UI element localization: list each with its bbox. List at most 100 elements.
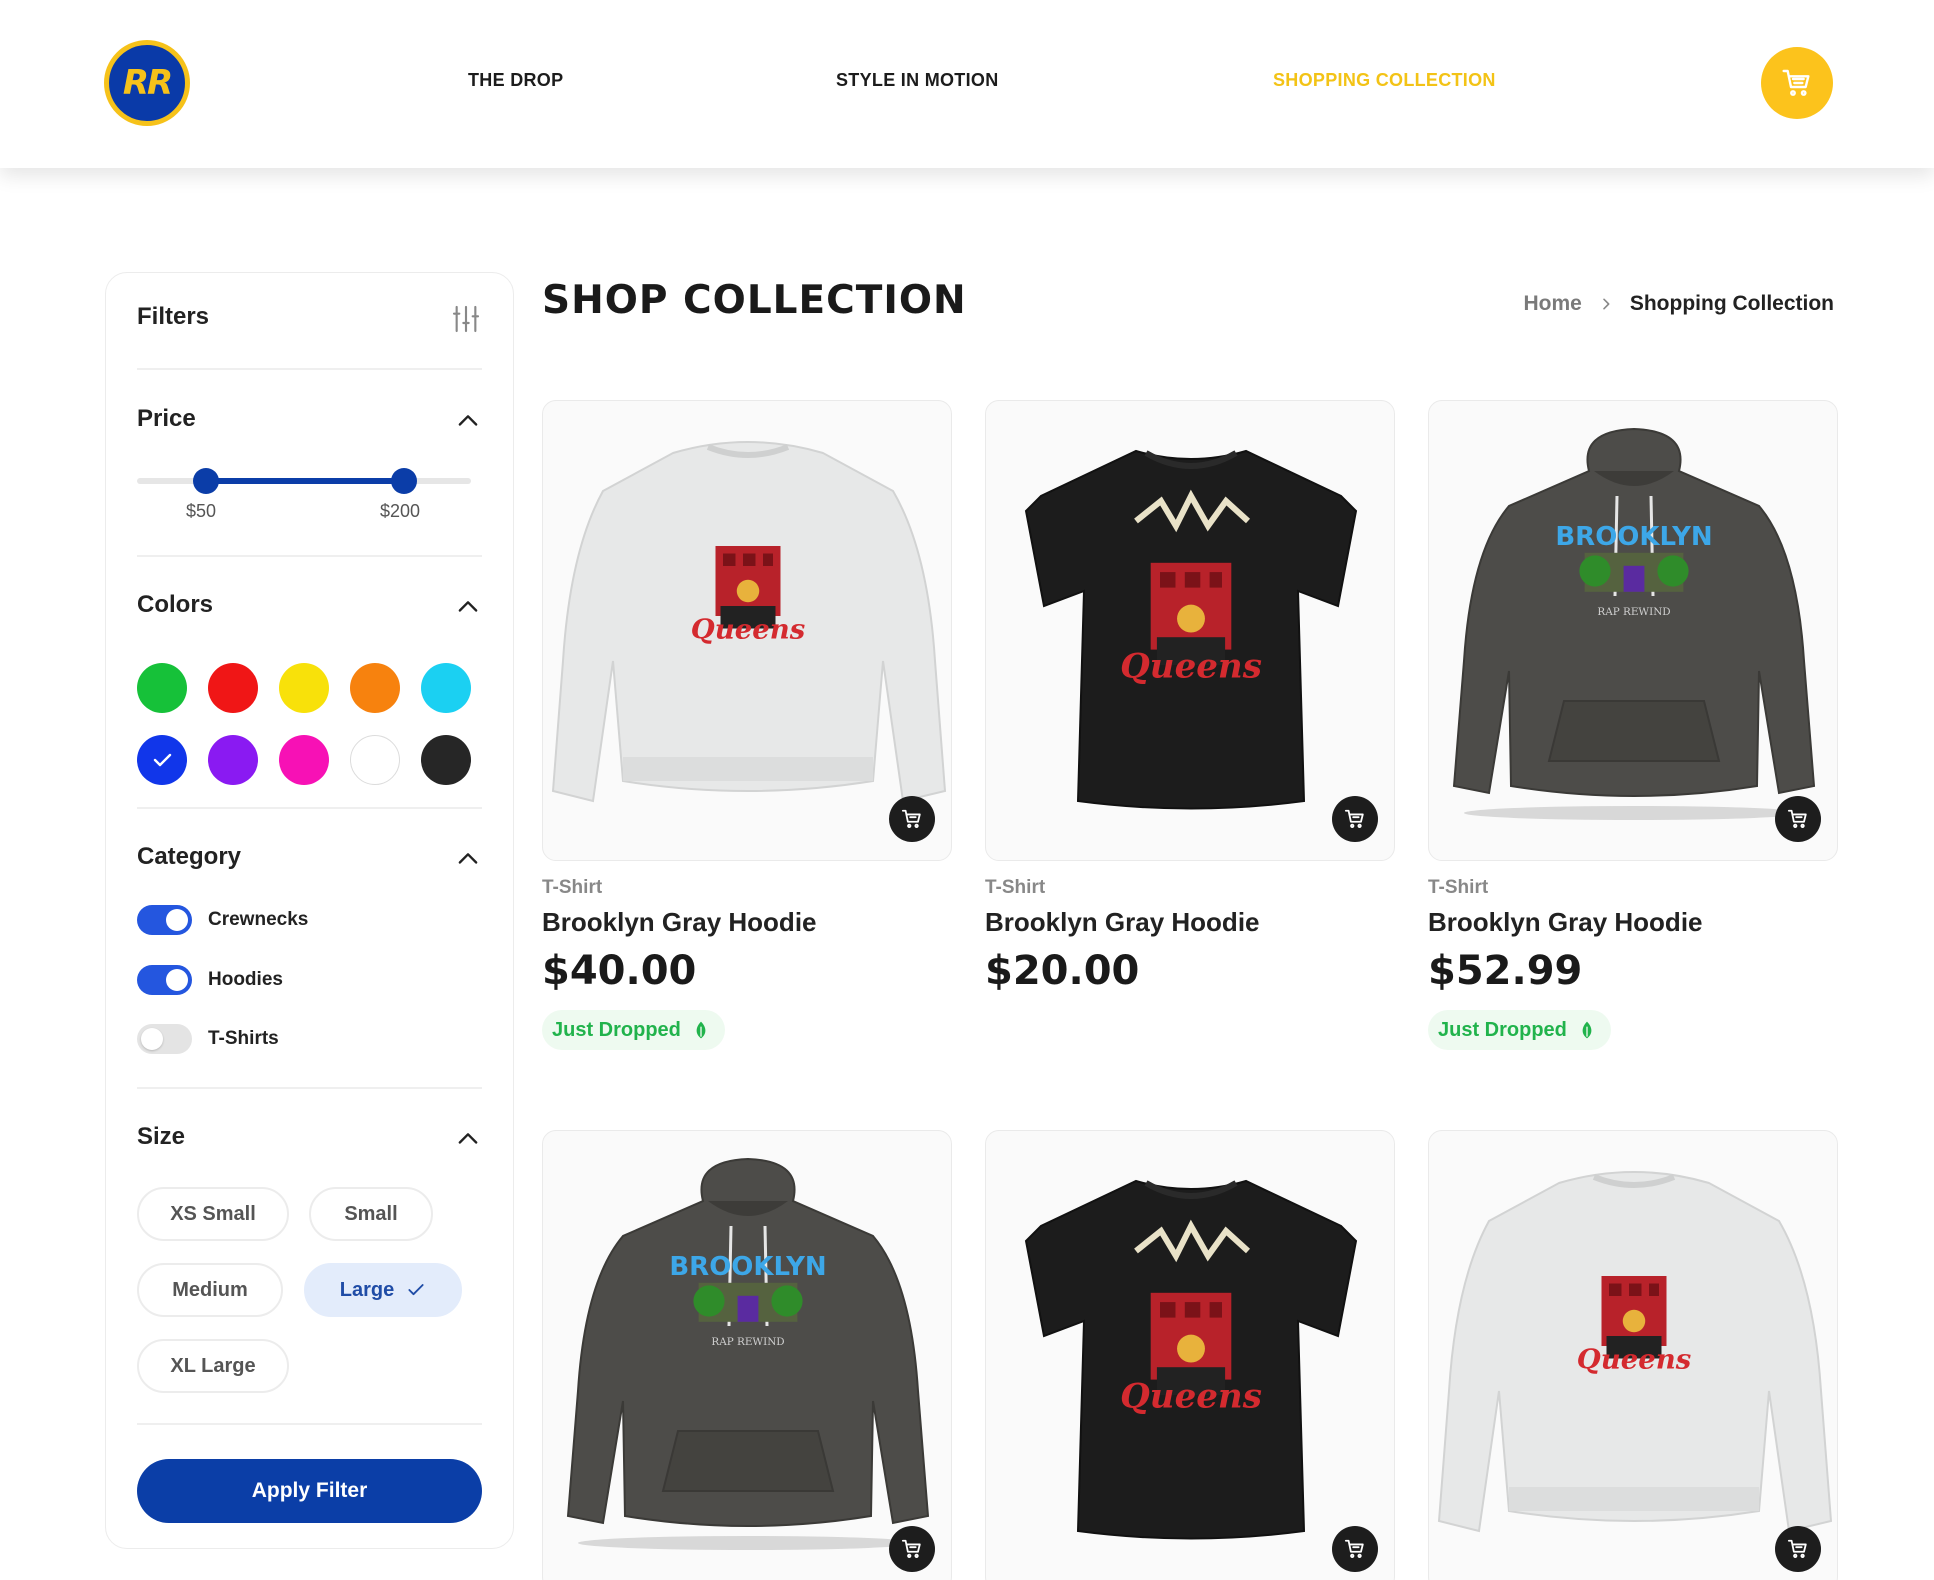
chevron-up-icon[interactable] [454,845,482,873]
chevron-up-icon[interactable] [454,593,482,621]
apply-filter-button[interactable]: Apply Filter [137,1459,482,1523]
crewnecks-toggle[interactable] [137,905,192,935]
chevron-right-icon [1603,298,1610,310]
product-price: $52.99 [1428,948,1583,994]
product-price: $40.00 [542,948,697,994]
size-label: Large [339,1278,395,1301]
product-card[interactable]: Queens T-Shirt Brooklyn Gray Hoodie $40.00… [542,400,952,1050]
color-swatch[interactable] [421,663,471,713]
product-card[interactable]: BROOKLYN RAP REWIND [542,1130,952,1580]
product-card[interactable]: Queens [985,1130,1395,1580]
color-swatch[interactable] [350,735,400,785]
price-max-label: $200 [380,501,421,521]
product-price: $20.00 [985,948,1140,994]
product-image[interactable]: Queens [985,1130,1395,1580]
header-cart-button[interactable] [1761,47,1833,119]
chevron-up-icon[interactable] [454,1125,482,1153]
svg-text:Queens: Queens [1120,1377,1262,1417]
svg-text:RAP REWIND: RAP REWIND [711,1336,784,1348]
color-swatch[interactable] [350,663,400,713]
svg-text:Queens: Queens [691,614,805,646]
product-category: T-Shirt [542,877,603,898]
category-item-t-shirts[interactable]: T-Shirts [137,1024,279,1054]
cart-icon [1787,1539,1807,1558]
colors-section-header[interactable]: Colors [137,591,482,619]
logo-text: RR [122,63,173,103]
chevron-up-icon[interactable] [454,407,482,435]
size-title: Size [137,1123,186,1150]
product-name[interactable]: Brooklyn Gray Hoodie [542,907,952,938]
color-swatch[interactable] [208,735,258,785]
cart-icon [1344,809,1364,828]
svg-text:Queens: Queens [1120,647,1262,687]
product-card[interactable]: Queens T-Shirt Brooklyn Gray Hoodie $20.00 [985,400,1395,994]
check-icon [153,753,172,767]
category-item-hoodies[interactable]: Hoodies [137,965,283,995]
product-image[interactable]: Queens [542,400,952,861]
product-image[interactable]: Queens [985,400,1395,861]
color-swatch[interactable] [279,735,329,785]
add-to-cart-button[interactable] [1332,796,1378,842]
product-image[interactable]: BROOKLYN RAP REWIND [542,1130,952,1580]
product-image[interactable]: Queens [1428,1130,1838,1580]
leaf-icon [1582,1021,1592,1039]
product-card[interactable]: Queens [1428,1130,1838,1580]
size-option-large[interactable]: Large [304,1263,462,1317]
color-swatch[interactable] [208,663,258,713]
brand-logo[interactable]: RR [104,40,190,126]
product-card[interactable]: BROOKLYN RAP REWIND T-Shirt Brooklyn Gray… [1428,400,1838,1050]
nav-shopping-collection[interactable]: SHOPPING COLLECTION [1273,70,1496,91]
cart-icon [901,809,921,828]
product-image[interactable]: BROOKLYN RAP REWIND [1428,400,1838,861]
product-name[interactable]: Brooklyn Gray Hoodie [985,907,1395,938]
badge-label: Just Dropped [1438,1018,1567,1041]
breadcrumb-current: Shopping Collection [1629,292,1834,315]
size-option-small[interactable]: Small [309,1187,433,1241]
size-option-xs-small[interactable]: XS Small [137,1187,289,1241]
breadcrumb: Home Shopping Collection [1523,292,1834,316]
price-max-handle[interactable] [391,468,417,494]
divider [137,1423,482,1425]
badge-label: Just Dropped [552,1018,681,1041]
price-min-label: $50 [186,501,217,521]
price-slider-range [206,478,404,484]
category-section-header[interactable]: Category [137,843,482,871]
add-to-cart-button[interactable] [889,1526,935,1572]
colors-title: Colors [137,591,214,618]
cart-icon [1787,809,1807,828]
cart-icon [901,1539,921,1558]
add-to-cart-button[interactable] [1775,1526,1821,1572]
page-title: SHOP COLLECTION [542,278,967,323]
sliders-icon[interactable] [450,303,482,335]
category-item-crewnecks[interactable]: Crewnecks [137,905,308,935]
color-swatch[interactable] [137,735,187,785]
add-to-cart-button[interactable] [1332,1526,1378,1572]
price-min-handle[interactable] [193,468,219,494]
svg-text:BROOKLYN: BROOKLYN [669,1252,826,1282]
category-label: Crewnecks [208,909,309,930]
product-name[interactable]: Brooklyn Gray Hoodie [1428,907,1838,938]
add-to-cart-button[interactable] [1775,796,1821,842]
color-swatch[interactable] [421,735,471,785]
nav-style-in-motion[interactable]: STYLE IN MOTION [836,70,999,91]
size-option-xl-large[interactable]: XL Large [137,1339,289,1393]
breadcrumb-home[interactable]: Home [1523,292,1581,316]
color-swatch[interactable] [279,663,329,713]
just-dropped-badge: Just Dropped [1428,1010,1611,1050]
svg-text:Queens: Queens [1577,1344,1691,1376]
category-title: Category [137,843,242,870]
nav-the-drop[interactable]: THE DROP [468,70,563,91]
price-title: Price [137,405,196,432]
check-icon [408,1284,424,1296]
filters-header: Filters [137,303,482,333]
just-dropped-badge: Just Dropped [542,1010,725,1050]
site-header: RR THE DROP STYLE IN MOTION SHOPPING COL… [0,0,1934,168]
t-shirts-toggle[interactable] [137,1024,192,1054]
add-to-cart-button[interactable] [889,796,935,842]
size-section-header[interactable]: Size [137,1123,482,1151]
size-option-medium[interactable]: Medium [137,1263,283,1317]
price-section-header[interactable]: Price [137,405,482,433]
hoodies-toggle[interactable] [137,965,192,995]
svg-text:BROOKLYN: BROOKLYN [1555,522,1712,552]
color-swatch[interactable] [137,663,187,713]
